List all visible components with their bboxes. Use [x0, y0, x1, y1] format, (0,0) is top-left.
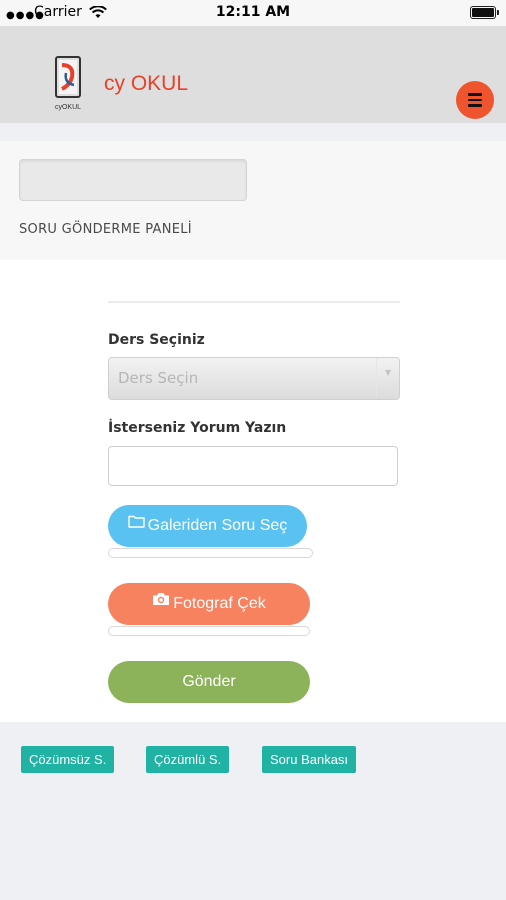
- panel-title: SORU GÖNDERME PANELİ: [19, 222, 192, 237]
- status-bar: ●●●● Carrier 12:11 AM: [0, 0, 506, 26]
- brand-title: cy OKUL: [104, 72, 189, 95]
- panel-banner-box: [19, 159, 247, 201]
- comment-label: İsterseniz Yorum Yazın: [108, 420, 287, 436]
- course-select-value: Ders Seçin: [118, 369, 199, 387]
- menu-button[interactable]: [456, 81, 494, 119]
- app-header: cyOKUL cy OKUL: [0, 26, 506, 123]
- tag-solved[interactable]: Çözümlü S.: [146, 746, 230, 773]
- gallery-progress: [108, 548, 313, 558]
- hamburger-icon-line: [468, 104, 482, 107]
- course-label: Ders Seçiniz: [108, 332, 205, 348]
- course-select[interactable]: Ders Seçin ▼: [108, 357, 400, 400]
- form-area: [0, 260, 506, 722]
- svg-text:cyOKUL: cyOKUL: [55, 104, 81, 111]
- dropdown-arrow: ▼: [376, 358, 399, 397]
- folder-icon: [127, 503, 145, 545]
- camera-button[interactable]: Fotograf Çek: [108, 583, 310, 625]
- gallery-button[interactable]: Galeriden Soru Seç: [108, 505, 307, 547]
- camera-icon: [152, 581, 170, 623]
- hamburger-icon: [468, 93, 482, 96]
- camera-progress: [108, 626, 310, 636]
- header-spacer: [0, 123, 506, 141]
- comment-input[interactable]: [108, 446, 398, 486]
- gallery-button-label: Galeriden Soru Seç: [147, 517, 288, 535]
- app-logo: cyOKUL: [50, 55, 86, 113]
- status-time: 12:11 AM: [215, 4, 291, 20]
- hamburger-icon-line: [468, 98, 482, 101]
- camera-button-label: Fotograf Çek: [173, 595, 266, 613]
- chevron-down-icon: ▼: [385, 368, 392, 377]
- form-divider: [108, 301, 400, 303]
- tag-unsolved[interactable]: Çözümsüz S.: [21, 746, 115, 773]
- battery-icon: [470, 6, 499, 19]
- send-button[interactable]: Gönder: [108, 661, 310, 703]
- tag-question-bank[interactable]: Soru Bankası: [262, 746, 357, 773]
